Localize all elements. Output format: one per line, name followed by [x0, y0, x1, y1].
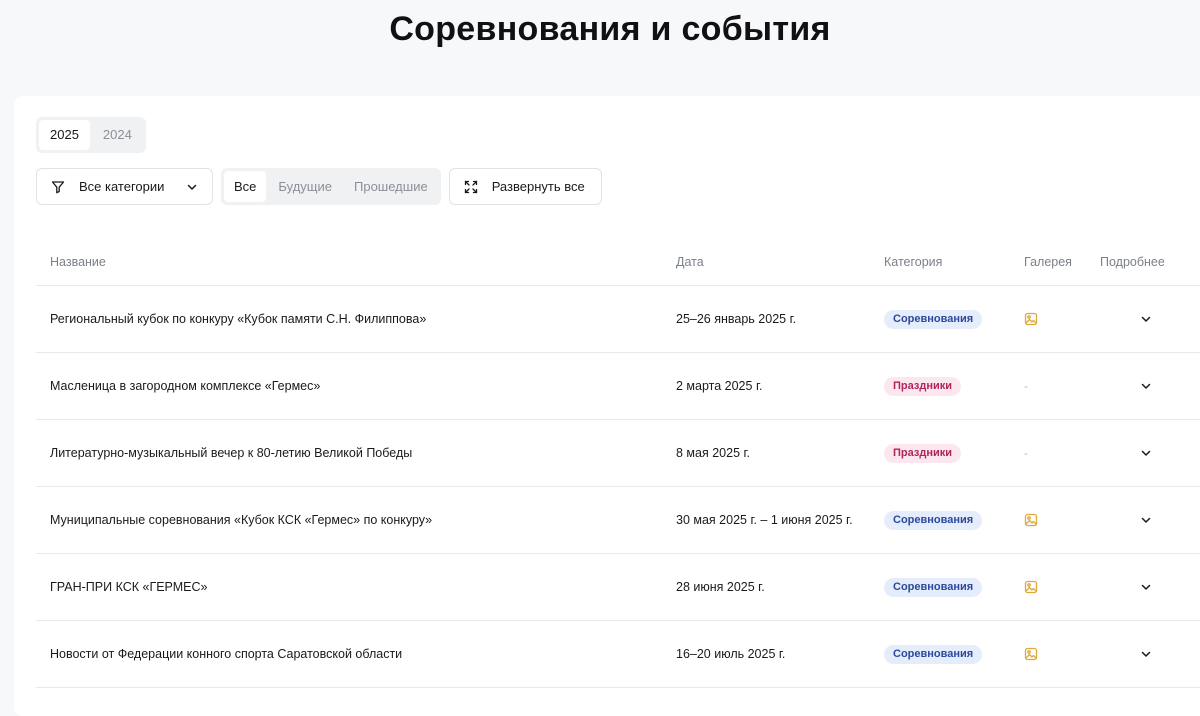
chevron-down-icon [186, 181, 198, 193]
category-badge: Соревнования [884, 309, 983, 329]
chevron-down-icon[interactable] [1140, 581, 1196, 593]
time-filter-upcoming[interactable]: Будущие [268, 171, 342, 202]
image-icon[interactable] [1024, 513, 1086, 527]
header-name: Название [50, 255, 106, 269]
chevron-down-icon[interactable] [1140, 648, 1196, 660]
event-date: 8 мая 2025 г. [676, 446, 750, 460]
header-category: Категория [884, 255, 943, 269]
time-filter-all[interactable]: Все [224, 171, 267, 202]
table-row[interactable]: Масленица в загородном комплексе «Гермес… [36, 353, 1200, 420]
event-name: Региональный кубок по конкуру «Кубок пам… [50, 312, 427, 326]
event-date: 28 июня 2025 г. [676, 580, 765, 594]
tab-year-2025[interactable]: 2025 [39, 120, 90, 150]
event-name: Литературно-музыкальный вечер к 80-летию… [50, 446, 413, 460]
header-more: Подробнее [1100, 255, 1165, 269]
chevron-down-icon[interactable] [1140, 514, 1196, 526]
category-badge: Соревнования [884, 577, 983, 597]
chevron-down-icon[interactable] [1140, 380, 1196, 392]
filter-icon [51, 180, 65, 194]
table-row[interactable]: Муниципальные соревнования «Кубок КСК «Г… [36, 487, 1200, 554]
event-date: 2 марта 2025 г. [676, 379, 763, 393]
event-date: 16–20 июль 2025 г. [676, 647, 786, 661]
expand-all-button[interactable]: Развернуть все [448, 168, 602, 205]
filter-row: Все категории Все Будущие Прошедшие Разв… [36, 168, 602, 205]
table-row[interactable]: Литературно-музыкальный вечер к 80-летию… [36, 420, 1200, 487]
gallery-cell: - [1010, 379, 1086, 393]
category-badge: Соревнования [884, 644, 983, 664]
image-icon[interactable] [1024, 580, 1086, 594]
category-badge: Праздники [884, 376, 962, 396]
event-name: ГРАН-ПРИ КСК «ГЕРМЕС» [50, 580, 208, 594]
table-row[interactable]: Региональный кубок по конкуру «Кубок пам… [36, 286, 1200, 353]
category-select[interactable]: Все категории [36, 168, 213, 205]
gallery-cell [1010, 513, 1086, 527]
events-card: 2025 2024 Все категории Все Будущие Прош… [14, 96, 1200, 716]
event-date: 25–26 январь 2025 г. [676, 312, 797, 326]
category-badge: Праздники [884, 443, 962, 463]
time-filter-past[interactable]: Прошедшие [344, 171, 438, 202]
header-date: Дата [676, 255, 704, 269]
page-title: Соревнования и события [389, 10, 831, 48]
category-badge: Соревнования [884, 510, 983, 530]
gallery-cell [1010, 312, 1086, 326]
gallery-empty: - [1024, 379, 1028, 393]
gallery-cell: - [1010, 446, 1086, 460]
events-table: Название Дата Категория Галерея Подробне… [36, 239, 1200, 688]
event-date: 30 мая 2025 г. – 1 июня 2025 г. [676, 513, 853, 527]
category-select-label: Все категории [79, 179, 165, 194]
gallery-cell [1010, 580, 1086, 594]
year-tabs: 2025 2024 [36, 117, 146, 153]
table-header: Название Дата Категория Галерея Подробне… [36, 239, 1200, 286]
expand-all-label: Развернуть все [491, 179, 585, 194]
event-name: Масленица в загородном комплексе «Гермес… [50, 379, 321, 393]
event-name: Новости от Федерации конного спорта Сара… [50, 647, 403, 661]
time-filter: Все Будущие Прошедшие [221, 168, 441, 205]
image-icon[interactable] [1024, 312, 1086, 326]
chevron-down-icon[interactable] [1140, 313, 1196, 325]
gallery-empty: - [1024, 446, 1028, 460]
table-row[interactable]: ГРАН-ПРИ КСК «ГЕРМЕС» 28 июня 2025 г. Соре… [36, 554, 1200, 621]
image-icon[interactable] [1024, 647, 1086, 661]
chevron-down-icon[interactable] [1140, 447, 1196, 459]
header-gallery: Галерея [1024, 255, 1072, 269]
table-row[interactable]: Новости от Федерации конного спорта Сара… [36, 621, 1200, 688]
event-name: Муниципальные соревнования «Кубок КСК «Г… [50, 513, 433, 527]
expand-icon [464, 180, 478, 194]
gallery-cell [1010, 647, 1086, 661]
tab-year-2024[interactable]: 2024 [92, 120, 143, 150]
